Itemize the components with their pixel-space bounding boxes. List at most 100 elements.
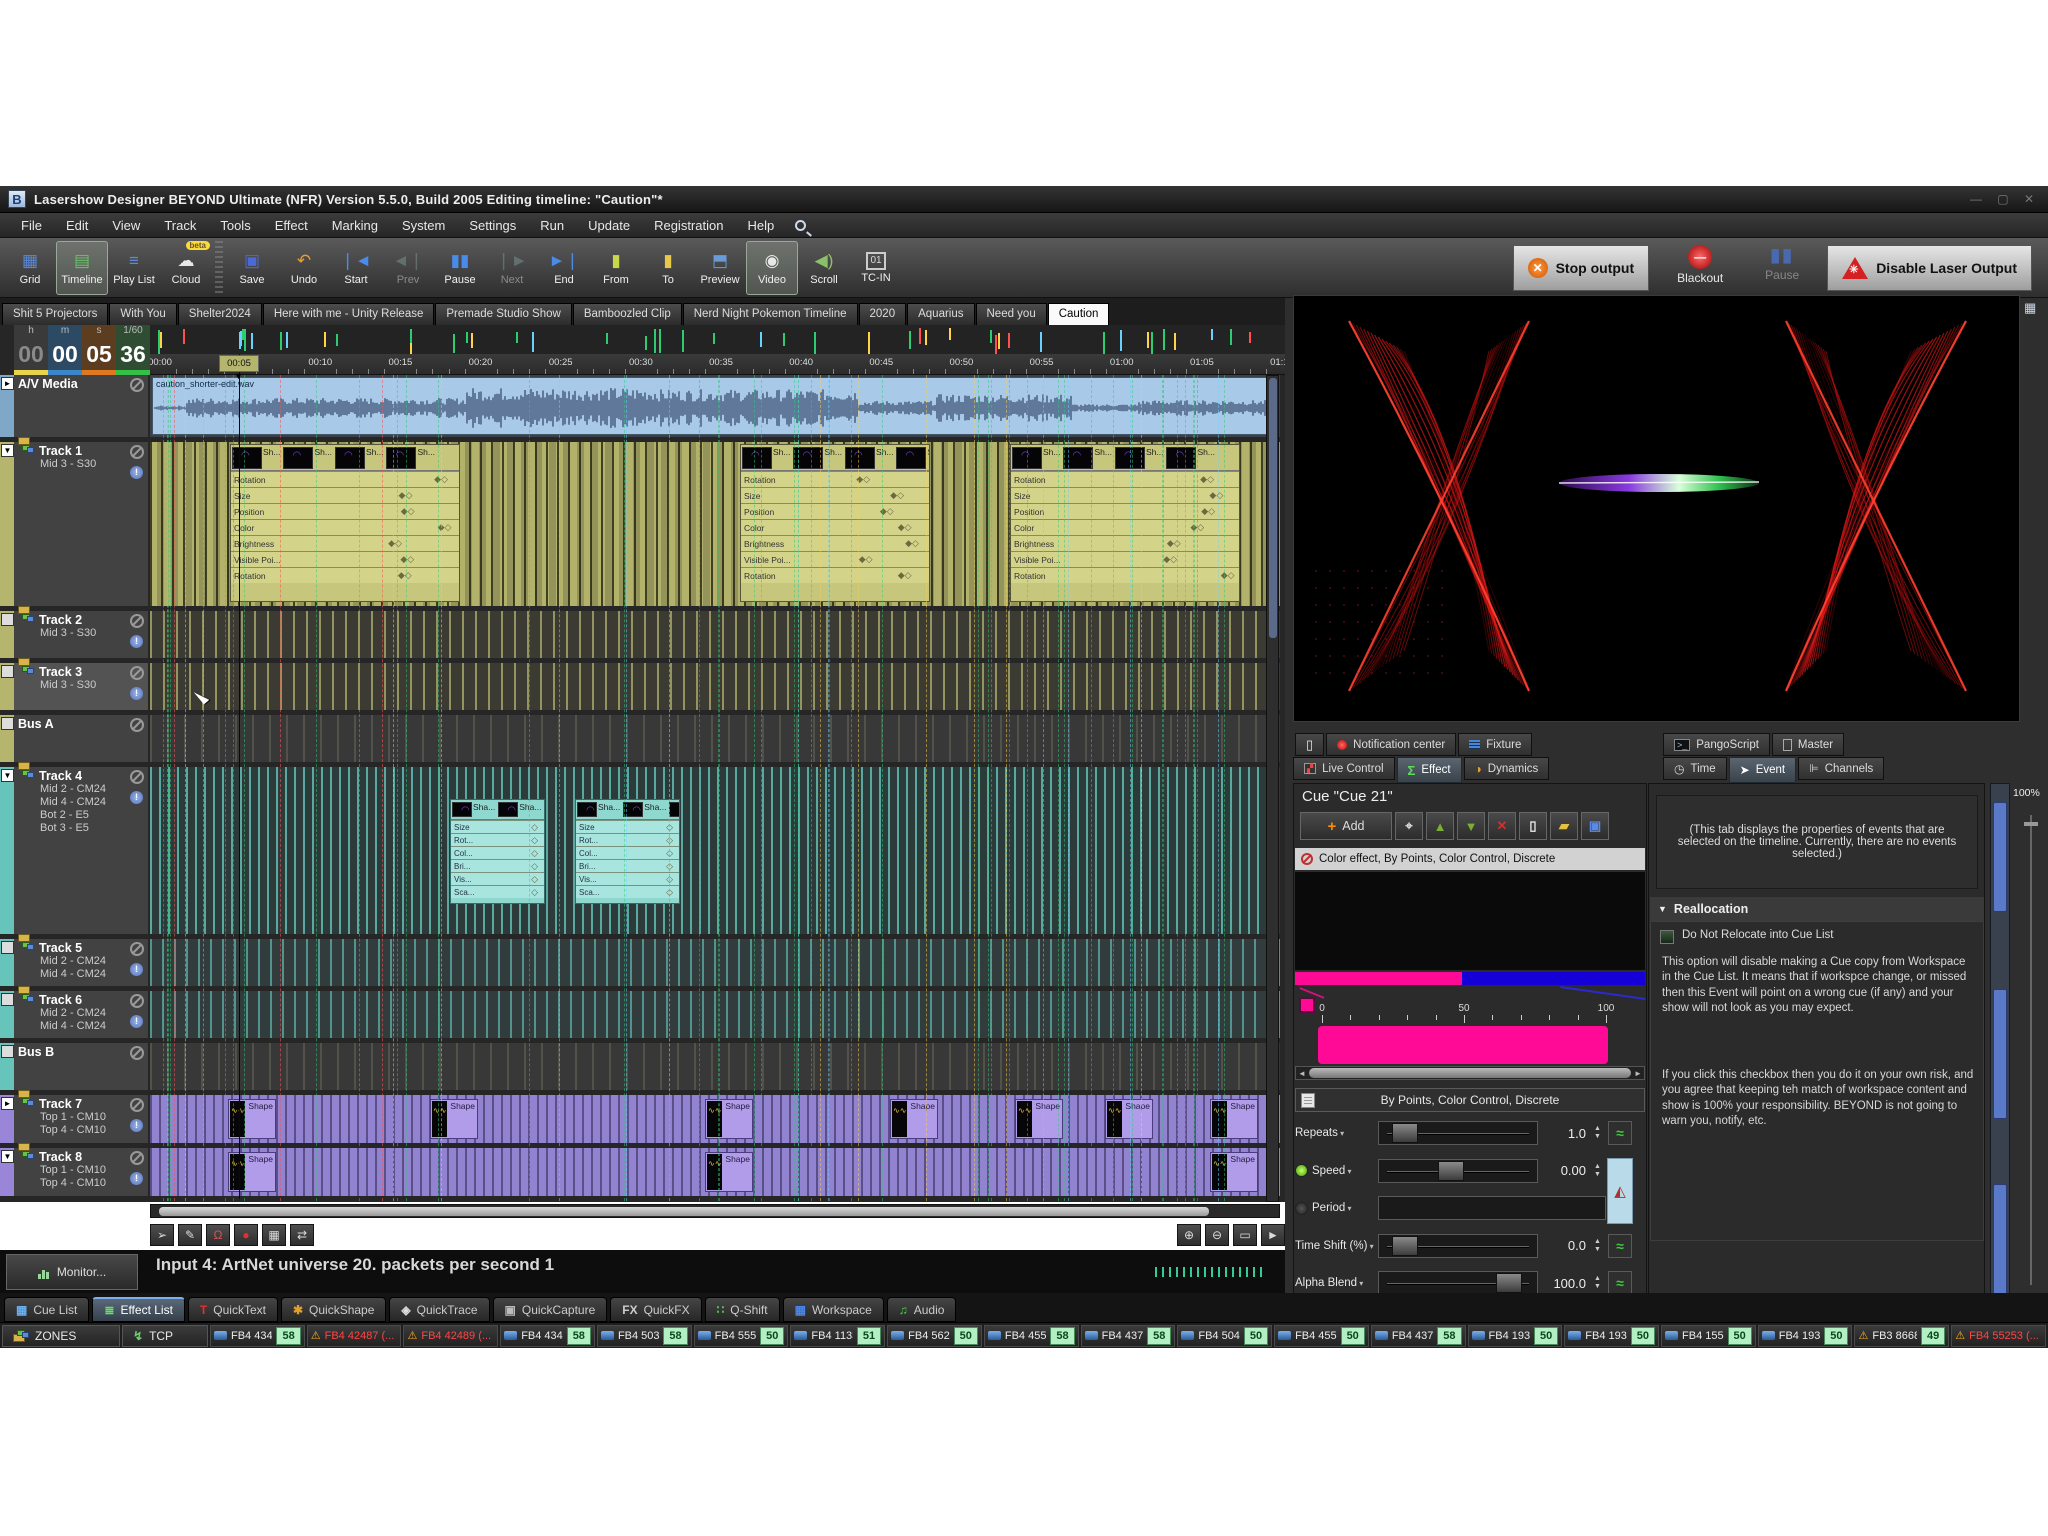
gradient-scrollbar[interactable]: ◄ ► <box>1295 1066 1645 1080</box>
track-expand-icon[interactable]: ► <box>1 1097 14 1110</box>
shape-clip[interactable]: Shape <box>705 1152 753 1192</box>
track-mute-icon[interactable] <box>130 1046 144 1060</box>
timeline-tab-shit-5-projectors[interactable]: Shit 5 Projectors <box>2 303 108 325</box>
shape-clip[interactable]: Shape <box>228 1152 276 1192</box>
track-lane-track-2[interactable] <box>150 611 1280 658</box>
period-led[interactable] <box>1295 1202 1308 1215</box>
toolbar-save[interactable]: ▣Save <box>226 241 278 295</box>
device-fb4-55253-[interactable]: ⚠FB4 55253 (... <box>1951 1325 2046 1347</box>
track-mute-icon[interactable] <box>130 666 144 680</box>
bottom-tab-quickfx[interactable]: FXQuickFX <box>610 1297 701 1322</box>
track-lane-track-6[interactable] <box>150 991 1280 1038</box>
toolbar-timeline[interactable]: ▤Timeline <box>56 241 108 295</box>
menu-run[interactable]: Run <box>529 215 575 236</box>
slider-label[interactable]: Period <box>1312 1202 1352 1214</box>
track-lane-track-7[interactable]: ShapeShapeShapeShapeShapeShapeShape <box>150 1095 1280 1143</box>
playhead-flag[interactable]: 00:05 <box>219 355 259 372</box>
effect-clip-group[interactable]: Sha...Sha...Sha...Size◇Rot...◇Col...◇Bri… <box>575 799 680 904</box>
toolbar-grid[interactable]: ▦Grid <box>4 241 56 295</box>
device-fb4-4555[interactable]: FB4 455550 <box>1274 1325 1369 1347</box>
tab-event[interactable]: ➤Event <box>1729 757 1796 783</box>
track-mute-icon[interactable] <box>130 378 144 392</box>
laser-preview-window[interactable] <box>1293 295 2020 722</box>
toolbar-undo[interactable]: ↶Undo <box>278 241 330 295</box>
bottom-tab-quicktrace[interactable]: ◈QuickTrace <box>389 1297 489 1322</box>
key-wave-icon[interactable]: ≈ <box>1608 1121 1632 1145</box>
toolbar-end[interactable]: ►❘End <box>538 241 590 295</box>
device-fb4-1558[interactable]: FB4 155850 <box>1661 1325 1756 1347</box>
move-up-button[interactable]: ▲ <box>1426 812 1454 840</box>
menu-marking[interactable]: Marking <box>321 215 389 236</box>
save-disk-button[interactable]: ▣ <box>1581 812 1609 840</box>
zoom-slider-thumb[interactable] <box>2024 822 2038 826</box>
toolbar-play-list[interactable]: ≡Play List <box>108 241 160 295</box>
track-lane-track-8[interactable]: Shape Shape Shape <box>150 1148 1280 1196</box>
slider-label[interactable]: Speed <box>1312 1165 1352 1177</box>
shape-clip[interactable]: Shape <box>890 1099 938 1139</box>
monitor-button[interactable]: Monitor... <box>6 1254 138 1290</box>
repeats-slider[interactable] <box>1378 1121 1538 1145</box>
track-expand-icon[interactable]: ▼ <box>1 444 14 457</box>
timeline-tab-nerd-night-pokemon-timeline[interactable]: Nerd Night Pokemon Timeline <box>683 303 858 325</box>
bottom-tab-q-shift[interactable]: ∷Q-Shift <box>705 1297 780 1322</box>
track-expand-icon[interactable]: ▼ <box>1 769 14 782</box>
alpha-blend-slider[interactable] <box>1378 1271 1538 1295</box>
timeline-tab-need-you[interactable]: Need you <box>976 303 1047 325</box>
effect-name-bar[interactable]: By Points, Color Control, Discrete <box>1295 1088 1645 1112</box>
track-checkbox[interactable] <box>1 665 14 678</box>
do-not-relocate-checkbox[interactable] <box>1660 930 1674 944</box>
audio-clip[interactable]: caution_shorter-edit.wav <box>152 377 1276 435</box>
track-checkbox[interactable] <box>1 941 14 954</box>
track-lane-bus-a[interactable] <box>150 715 1280 762</box>
track-mute-icon[interactable] <box>130 445 144 459</box>
device-fb4-4348[interactable]: FB4 434858 <box>500 1325 595 1347</box>
device-fb4-5048[interactable]: FB4 504850 <box>1177 1325 1272 1347</box>
track-header-track-4[interactable]: ▼Track 4Mid 2 - CM24Mid 4 - CM24Bot 2 - … <box>0 767 148 934</box>
timeline-hscrollbar[interactable] <box>150 1204 1280 1218</box>
timeline-tab-with-you[interactable]: With You <box>109 303 176 325</box>
track-mute-icon[interactable] <box>130 942 144 956</box>
track-mute-icon[interactable] <box>130 718 144 732</box>
search-button[interactable]: ⌖ <box>1395 812 1423 840</box>
metronome-icon[interactable]: ◭ <box>1607 1158 1633 1224</box>
track-expand-icon[interactable]: ► <box>1 377 14 390</box>
track-mute-icon[interactable] <box>130 1098 144 1112</box>
device-fb4-1938[interactable]: FB4 193850 <box>1564 1325 1659 1347</box>
timeline-tab-caution[interactable]: Caution <box>1048 303 1110 325</box>
blackout-button[interactable]: —Blackout <box>1663 245 1737 291</box>
track-header-track-8[interactable]: ▼Track 8Top 1 - CM10Top 4 - CM10! <box>0 1148 148 1196</box>
pause-button[interactable]: ▮▮Pause <box>1751 245 1813 291</box>
snap-tool[interactable]: ▦ <box>262 1224 286 1246</box>
shape-clip[interactable]: Shape <box>1210 1152 1258 1192</box>
value-spinner[interactable]: ▲▼ <box>1591 1120 1604 1146</box>
menu-file[interactable]: File <box>10 215 53 236</box>
tab-notification-center[interactable]: Notification center <box>1326 733 1456 756</box>
zoom-fit-icon[interactable]: ▭ <box>1233 1224 1257 1246</box>
track-header-bus-a[interactable]: Bus A <box>0 715 148 762</box>
value-spinner[interactable]: ▲▼ <box>1591 1233 1604 1259</box>
tab-fixture[interactable]: Fixture <box>1458 733 1532 756</box>
scroll-left-icon[interactable]: ◄ <box>1296 1069 1308 1078</box>
bottom-tab-quicktext[interactable]: TQuickText <box>188 1297 278 1322</box>
effect-clip-group[interactable]: Sha...Sha...Sha...Size◇Rot...◇Col...◇Bri… <box>450 799 545 904</box>
preview-grid-icon[interactable]: ▦ <box>2024 300 2036 316</box>
device-fb4-42489-[interactable]: ⚠FB4 42489 (... <box>403 1325 498 1347</box>
add-effect-button[interactable]: +Add <box>1300 812 1392 840</box>
timeline-ruler[interactable]: 00:0000:0500:1000:1500:2000:2500:3000:35… <box>150 354 1285 375</box>
time-shift--slider[interactable] <box>1378 1234 1538 1258</box>
track-header-track-3[interactable]: Track 3Mid 3 - S30! <box>0 663 148 710</box>
track-header-track-2[interactable]: Track 2Mid 3 - S30! <box>0 611 148 658</box>
track-header-a-v-media[interactable]: ►A/V Media <box>0 375 148 437</box>
slider-value[interactable]: 100.0 <box>1542 1276 1586 1291</box>
value-spinner[interactable]: ▲▼ <box>1591 1158 1604 1184</box>
zones-button[interactable]: ZONES <box>2 1325 120 1347</box>
track-mute-icon[interactable] <box>130 770 144 784</box>
window-controls[interactable]: — ▢ ✕ <box>1970 192 2040 206</box>
zoom-out-icon[interactable]: ⊖ <box>1205 1224 1229 1246</box>
timeline-tab-bamboozled-clip[interactable]: Bamboozled Clip <box>573 303 682 325</box>
track-header-bus-b[interactable]: Bus B <box>0 1043 148 1090</box>
color-swatch[interactable] <box>1299 997 1315 1013</box>
device-fb4-4378[interactable]: FB4 437858 <box>1081 1325 1176 1347</box>
device-fb4-5553[interactable]: FB4 555350 <box>694 1325 789 1347</box>
track-header-track-7[interactable]: ►Track 7Top 1 - CM10Top 4 - CM10! <box>0 1095 148 1143</box>
